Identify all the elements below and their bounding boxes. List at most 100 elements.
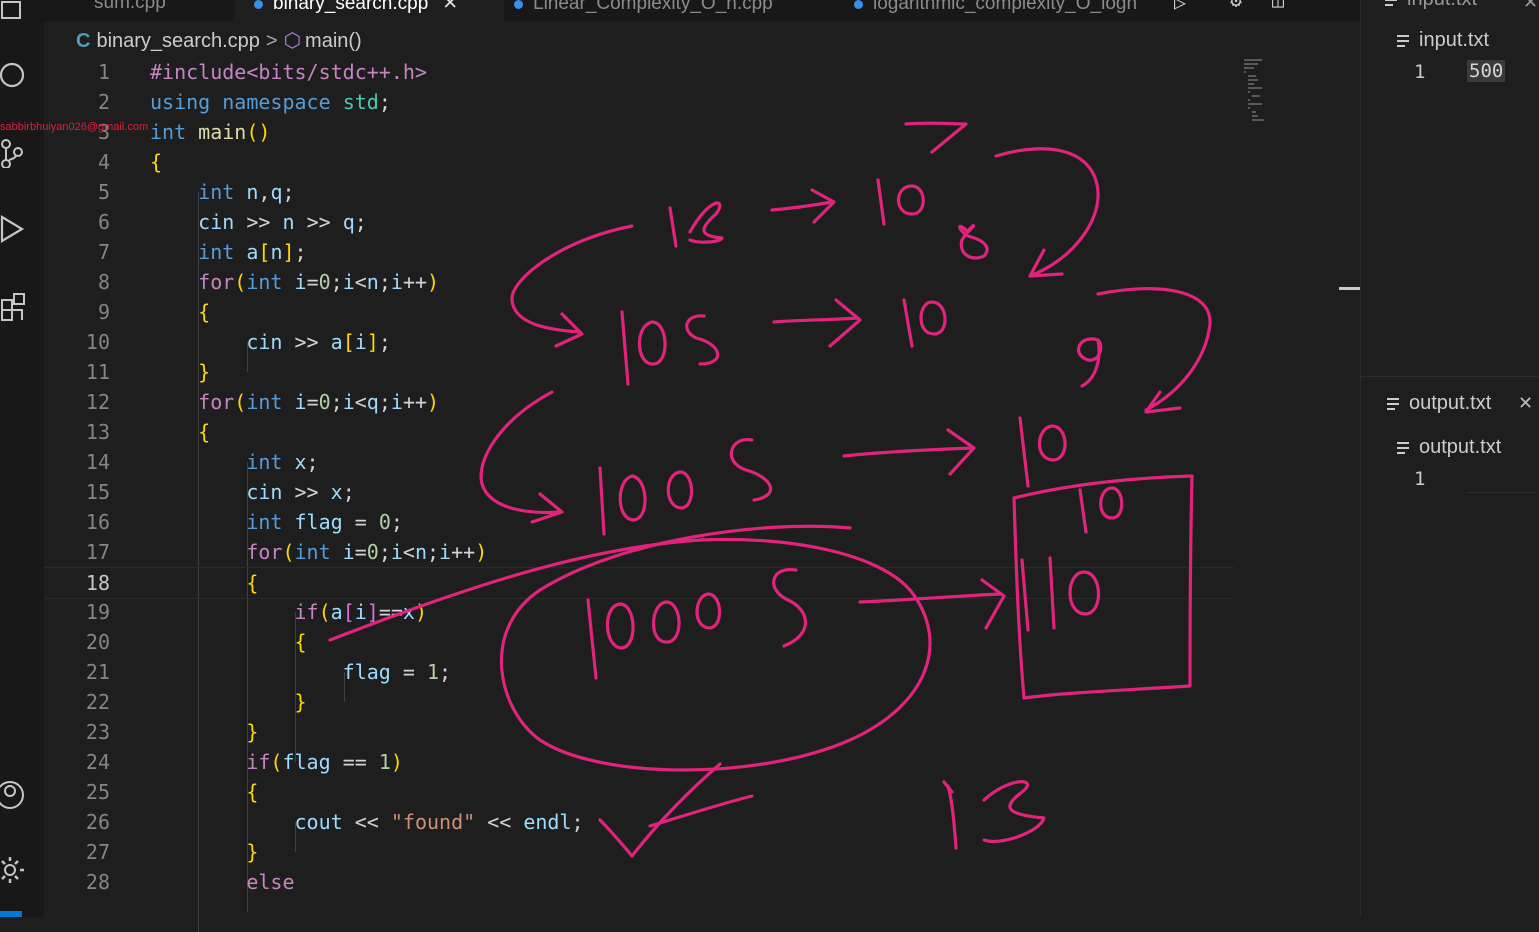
code-line-current: 18 { bbox=[44, 567, 1234, 599]
line-number: 10 bbox=[85, 330, 110, 354]
file-type-icon bbox=[254, 0, 263, 9]
file-title-label: input.txt bbox=[1419, 29, 1490, 51]
code-line: 27 } bbox=[44, 837, 1234, 867]
line-number: 6 bbox=[97, 210, 110, 234]
close-icon[interactable]: ✕ bbox=[1518, 393, 1533, 414]
code-line: 17 for(int i=0;i<n;i++) bbox=[44, 537, 1234, 567]
source-control-icon[interactable] bbox=[0, 138, 30, 168]
line-number: 26 bbox=[85, 810, 110, 834]
cpp-file-icon: C bbox=[76, 30, 91, 52]
breadcrumb: Cbinary_search.cpp > ⬡ main() bbox=[76, 28, 362, 54]
code-line: 10 cin >> a[i]; bbox=[44, 327, 1234, 357]
code-line: 14 int x; bbox=[44, 447, 1234, 477]
code-line: 4{ bbox=[44, 147, 1234, 177]
code-line: 16 int flag = 0; bbox=[44, 507, 1234, 537]
code-line: 20 { bbox=[44, 627, 1234, 657]
editor-tab-bar: sum.cpp binary_search.cpp ✕ Linear_Comple… bbox=[44, 0, 1360, 22]
side-editor-group: input.txt ✕ input.txt 1 500 output.txt ✕… bbox=[1360, 0, 1539, 917]
watermark-email: sabbirbhuiyan026@gmail.com bbox=[0, 121, 149, 133]
input-file-title: input.txt bbox=[1397, 29, 1489, 52]
code-line: 6 cin >> n >> q; bbox=[44, 207, 1234, 237]
search-icon[interactable] bbox=[0, 60, 30, 90]
code-line: 8 for(int i=0;i<n;i++) bbox=[44, 267, 1234, 297]
code-line: 22 } bbox=[44, 687, 1234, 717]
run-debug-icon[interactable] bbox=[0, 215, 30, 245]
tab-sum-cpp[interactable]: sum.cpp bbox=[64, 0, 244, 22]
code-text: if(a[i]==x) bbox=[294, 600, 428, 624]
tab-binary-search-cpp[interactable]: binary_search.cpp ✕ bbox=[234, 0, 504, 22]
code-editor[interactable]: 1 #include<bits/stdc++.h> 2 using namespac… bbox=[44, 57, 1234, 932]
minimap[interactable] bbox=[1242, 58, 1286, 124]
line-number: 22 bbox=[85, 690, 110, 714]
text-file-icon bbox=[1385, 0, 1397, 7]
line-number: 1 bbox=[1414, 468, 1426, 490]
code-line: 2 using namespace std; bbox=[44, 87, 1234, 117]
activity-bar bbox=[0, 0, 44, 917]
code-line: 23 } bbox=[44, 717, 1234, 747]
line-number: 11 bbox=[85, 360, 110, 384]
close-tab-icon[interactable]: ✕ bbox=[442, 0, 458, 14]
code-text: for(int i=0;i<q;i++) bbox=[198, 390, 440, 414]
code-text: { bbox=[246, 780, 259, 804]
code-line: 7 int a[n]; bbox=[44, 237, 1234, 267]
input-value[interactable]: 500 bbox=[1467, 60, 1506, 82]
code-line: 11 } bbox=[44, 357, 1234, 387]
account-icon[interactable] bbox=[0, 780, 30, 810]
line-number: 12 bbox=[85, 390, 110, 414]
gear-icon[interactable]: ⚙ bbox=[1230, 0, 1242, 12]
tab-label: logarithmic_complexity_O_logn bbox=[873, 0, 1138, 14]
code-text: int main() bbox=[150, 120, 271, 144]
line-number: 23 bbox=[85, 720, 110, 744]
output-value-field[interactable] bbox=[1467, 468, 1537, 493]
code-text: } bbox=[294, 690, 307, 714]
line-number: 2 bbox=[97, 90, 110, 114]
close-icon[interactable]: ✕ bbox=[1523, 0, 1538, 13]
code-line: 5 int n,q; bbox=[44, 177, 1234, 207]
status-bar-remote-indicator[interactable] bbox=[0, 911, 22, 917]
settings-gear-icon[interactable] bbox=[0, 855, 30, 885]
code-text: int x; bbox=[246, 450, 319, 474]
code-text: #include<bits/stdc++.h> bbox=[150, 60, 427, 84]
line-number: 24 bbox=[85, 750, 110, 774]
tab-logarithmic-complexity[interactable]: logarithmic_complexity_O_logn bbox=[844, 0, 1184, 22]
split-editor-icon[interactable]: ◫ bbox=[1272, 0, 1284, 12]
tab-label: sum.cpp bbox=[94, 0, 166, 13]
scrollbar-thumb[interactable] bbox=[1339, 287, 1360, 290]
code-text: cin >> n >> q; bbox=[198, 210, 367, 234]
line-number: 9 bbox=[97, 300, 110, 324]
code-line: 26 cout << "found" << endl; bbox=[44, 807, 1234, 837]
file-title-label: output.txt bbox=[1419, 436, 1502, 458]
code-text: int a[n]; bbox=[198, 240, 307, 264]
line-number: 8 bbox=[97, 270, 110, 294]
code-line: 13 { bbox=[44, 417, 1234, 447]
run-file-icon[interactable]: ▷ bbox=[1174, 0, 1186, 14]
code-text: else bbox=[246, 870, 295, 894]
code-text: } bbox=[198, 360, 211, 384]
code-line: 19 if(a[i]==x) bbox=[44, 597, 1234, 627]
code-line: 12 for(int i=0;i<q;i++) bbox=[44, 387, 1234, 417]
code-line: 1 #include<bits/stdc++.h> bbox=[44, 57, 1234, 87]
code-text: { bbox=[246, 571, 259, 595]
line-number: 18 bbox=[85, 571, 110, 595]
line-number: 5 bbox=[97, 180, 110, 204]
panel-divider[interactable] bbox=[1361, 376, 1539, 377]
breadcrumb-symbol[interactable]: main() bbox=[305, 30, 362, 52]
breadcrumb-file[interactable]: binary_search.cpp bbox=[96, 30, 259, 52]
chevron-right-icon: > bbox=[265, 30, 278, 52]
line-number: 25 bbox=[85, 780, 110, 804]
code-text: using namespace std; bbox=[150, 90, 391, 114]
code-text: { bbox=[150, 150, 163, 174]
code-text: flag = 1; bbox=[342, 660, 452, 684]
tab-input-txt[interactable]: input.txt bbox=[1385, 0, 1477, 11]
tab-output-txt[interactable]: output.txt bbox=[1387, 392, 1491, 415]
code-text: int n,q; bbox=[198, 180, 295, 204]
line-number: 1 bbox=[1414, 61, 1426, 83]
text-file-icon bbox=[1387, 396, 1399, 411]
code-line: 3 int main() bbox=[44, 117, 1234, 147]
text-file-icon bbox=[1397, 440, 1409, 455]
tab-label: output.txt bbox=[1409, 392, 1492, 414]
extensions-icon[interactable] bbox=[0, 292, 30, 322]
code-text: } bbox=[246, 720, 259, 744]
explorer-icon[interactable] bbox=[0, 0, 30, 30]
tab-linear-complexity[interactable]: Linear_Complexity_O_n.cpp bbox=[504, 0, 834, 22]
